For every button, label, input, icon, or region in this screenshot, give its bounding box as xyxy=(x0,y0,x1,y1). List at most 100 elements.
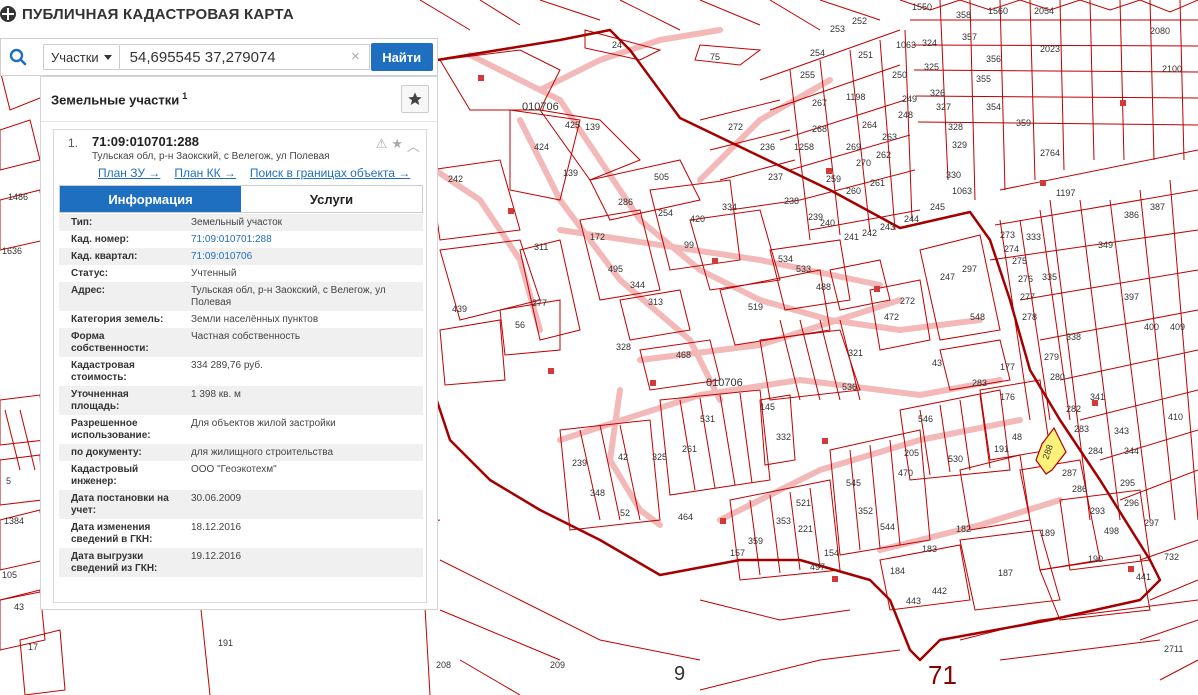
svg-text:348: 348 xyxy=(590,488,605,498)
svg-text:297: 297 xyxy=(1144,518,1159,528)
svg-text:139: 139 xyxy=(585,122,600,132)
svg-text:1560: 1560 xyxy=(988,6,1008,16)
svg-text:359: 359 xyxy=(748,536,763,546)
svg-text:530: 530 xyxy=(948,454,963,464)
svg-text:2100: 2100 xyxy=(1162,64,1182,74)
svg-text:293: 293 xyxy=(1090,506,1105,516)
svg-text:43: 43 xyxy=(932,358,942,368)
search-icon[interactable] xyxy=(1,39,35,75)
svg-text:425: 425 xyxy=(565,120,580,130)
info-label: Кадастровая стоимость: xyxy=(71,360,135,383)
svg-text:497: 497 xyxy=(810,562,825,572)
svg-text:254: 254 xyxy=(658,208,673,218)
svg-text:313: 313 xyxy=(648,297,663,307)
info-label: Адрес: xyxy=(59,282,181,311)
info-value[interactable]: 71:09:010701:288 xyxy=(181,231,423,248)
find-button[interactable]: Найти xyxy=(370,43,433,71)
search-within-link[interactable]: Поиск в границах объекта → xyxy=(250,166,410,180)
svg-text:443: 443 xyxy=(906,596,921,606)
svg-text:334: 334 xyxy=(722,202,737,212)
info-row: по документу: для жилищного строительства xyxy=(59,444,423,461)
svg-text:2080: 2080 xyxy=(1150,26,1170,36)
info-row: Кадастровая стоимость: 334 289,76 руб. xyxy=(59,357,423,386)
svg-text:259: 259 xyxy=(826,174,841,184)
svg-text:311: 311 xyxy=(534,242,548,252)
svg-text:2711: 2711 xyxy=(1164,644,1183,654)
info-value: 334 289,76 руб. xyxy=(191,360,263,371)
svg-text:533: 533 xyxy=(796,264,811,274)
svg-text:191: 191 xyxy=(994,444,1009,454)
svg-text:521: 521 xyxy=(796,498,811,508)
svg-text:242: 242 xyxy=(448,174,463,184)
card-actions: ⚠ ★ ︿ xyxy=(376,136,420,155)
svg-text:296: 296 xyxy=(1124,498,1139,508)
svg-text:250: 250 xyxy=(892,70,907,80)
svg-text:139: 139 xyxy=(563,168,578,178)
info-label: Уточненная площадь: xyxy=(59,386,181,415)
svg-text:359: 359 xyxy=(1016,118,1031,128)
tab-info[interactable]: Информация xyxy=(60,186,241,212)
svg-text:274: 274 xyxy=(1004,244,1019,254)
info-value[interactable]: 71:09:010706 xyxy=(181,248,423,265)
svg-text:255: 255 xyxy=(800,70,815,80)
map-big-label-9: 9 xyxy=(674,663,685,685)
svg-text:273: 273 xyxy=(1000,230,1015,240)
svg-text:248: 248 xyxy=(898,110,913,120)
svg-text:349: 349 xyxy=(1098,240,1113,250)
svg-text:184: 184 xyxy=(890,566,905,576)
svg-text:177: 177 xyxy=(1000,362,1015,372)
info-table: Тип: Земельный участок Кад. номер: 71:09:01… xyxy=(59,214,423,577)
plan-kk-link[interactable]: План КК → xyxy=(174,166,236,180)
star-icon[interactable]: ★ xyxy=(391,136,403,155)
svg-text:1197: 1197 xyxy=(1056,188,1075,198)
svg-text:237: 237 xyxy=(768,172,783,182)
warning-icon[interactable]: ⚠ xyxy=(376,136,388,155)
svg-text:353: 353 xyxy=(776,516,791,526)
svg-text:287: 287 xyxy=(1062,468,1077,478)
svg-text:24: 24 xyxy=(612,40,622,50)
svg-text:326: 326 xyxy=(930,88,945,98)
svg-text:275: 275 xyxy=(1012,256,1027,266)
search-type-dropdown[interactable]: Участки xyxy=(43,44,120,70)
search-input[interactable] xyxy=(119,44,370,70)
svg-text:2764: 2764 xyxy=(1040,148,1060,158)
info-value: Для объектов жилой застройки xyxy=(191,418,336,429)
result-cad-number[interactable]: 71:09:010701:288 xyxy=(92,134,199,149)
svg-text:732: 732 xyxy=(1164,552,1179,562)
info-row: Дата выгрузки сведений из ГКН: 19.12.2016 xyxy=(59,548,423,577)
svg-text:332: 332 xyxy=(776,432,791,442)
results-header: Земельные участки 1 xyxy=(41,77,437,122)
svg-text:272: 272 xyxy=(728,122,743,132)
tab-services[interactable]: Услуги xyxy=(241,186,422,212)
svg-text:464: 464 xyxy=(678,512,693,522)
info-value: Земли населённых пунктов xyxy=(191,314,319,325)
svg-text:244: 244 xyxy=(904,214,919,224)
svg-text:238: 238 xyxy=(784,196,799,206)
svg-text:324: 324 xyxy=(922,38,937,48)
svg-text:254: 254 xyxy=(810,48,825,58)
svg-text:546: 546 xyxy=(918,414,933,424)
info-value: Учтенный xyxy=(191,268,237,279)
svg-text:145: 145 xyxy=(760,402,775,412)
svg-text:251: 251 xyxy=(858,50,873,60)
svg-text:505: 505 xyxy=(654,172,669,182)
svg-text:010706: 010706 xyxy=(706,377,743,389)
result-card: 1. 71:09:010701:288 Тульская обл, р-н За… xyxy=(53,129,427,603)
svg-text:472: 472 xyxy=(884,312,899,322)
svg-text:352: 352 xyxy=(858,506,873,516)
app-logo-icon[interactable] xyxy=(0,6,16,22)
collapse-icon[interactable]: ︿ xyxy=(407,136,420,155)
info-value: Частная собственность xyxy=(181,328,423,357)
info-label: Кадастровый инженер: xyxy=(71,464,139,487)
info-label: Кад. номер: xyxy=(71,234,130,245)
clear-icon[interactable]: × xyxy=(351,49,360,65)
svg-text:1063: 1063 xyxy=(952,186,972,196)
info-label: Кад. квартал: xyxy=(59,248,181,265)
plan-zu-link[interactable]: План ЗУ → xyxy=(98,166,160,180)
favorite-button[interactable] xyxy=(401,85,429,113)
info-row: Дата изменения сведений в ГКН: 18.12.2016 xyxy=(59,519,423,548)
svg-text:284: 284 xyxy=(1088,446,1103,456)
svg-text:333: 333 xyxy=(1026,232,1041,242)
svg-text:157: 157 xyxy=(730,548,745,558)
svg-text:531: 531 xyxy=(700,414,715,424)
